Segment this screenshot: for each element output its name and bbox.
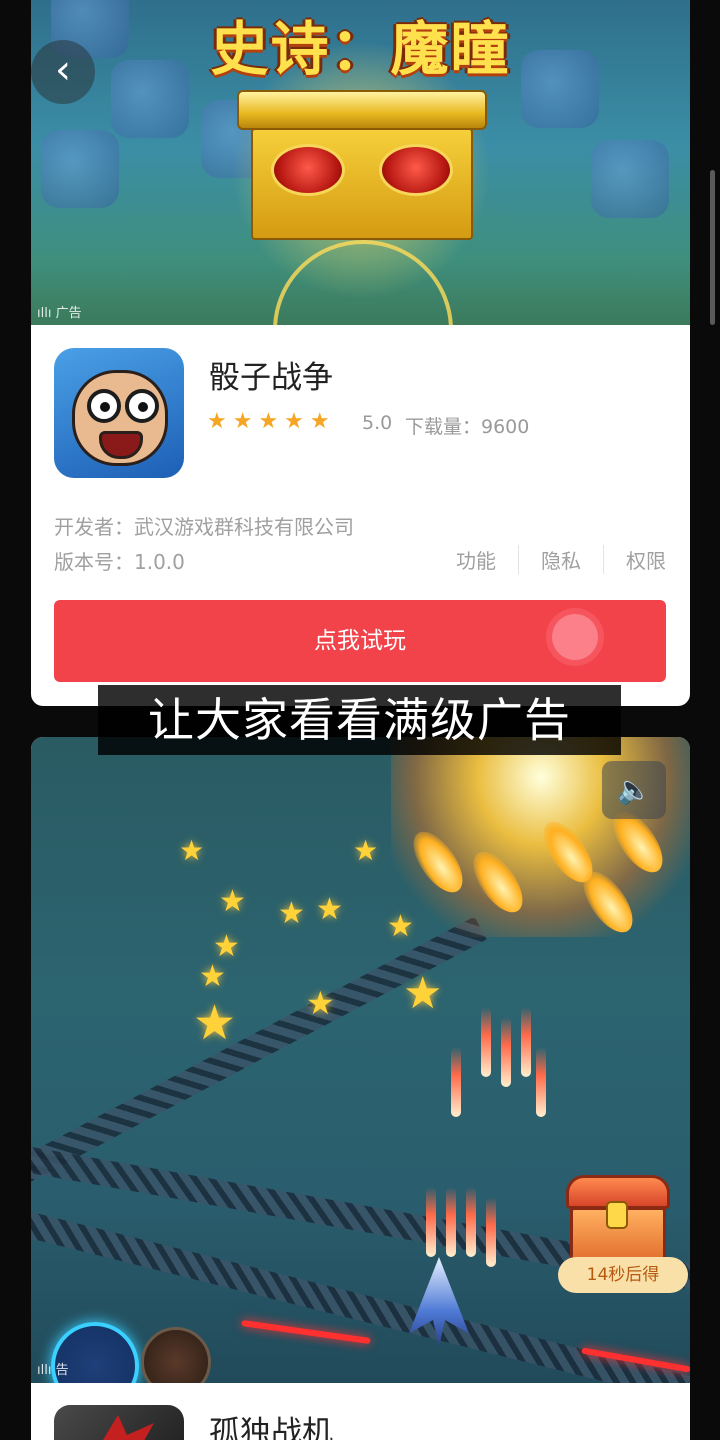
ad-banner-image[interactable]: 史诗：魔瞳 ıllı 广告 [31, 0, 690, 325]
app-icon[interactable] [54, 348, 184, 478]
star-pickup: ★ [353, 834, 379, 867]
laser-shot [501, 1017, 511, 1087]
laser-shot [426, 1187, 436, 1257]
reward-chest-icon[interactable] [566, 1175, 670, 1269]
star-pickup: ★ [278, 896, 305, 931]
reward-timer: 14秒后得 [558, 1257, 688, 1293]
scrollbar[interactable] [710, 170, 715, 325]
star-pickup: ★ [213, 929, 240, 964]
video-subtitle: 让大家看看满级广告 [98, 685, 621, 755]
laser-shot [481, 1007, 491, 1077]
star-rating-icons: ★★★★★ [207, 409, 336, 434]
laser-shot [486, 1197, 496, 1267]
developer-text: 开发者：武汉游戏群科技有限公司 [54, 515, 354, 539]
laser-shot [451, 1047, 461, 1117]
star-pickup: ★ [316, 892, 343, 927]
touch-indicator [552, 614, 598, 660]
star-pickup: ★ [193, 995, 237, 1051]
app-icon[interactable] [54, 1405, 184, 1440]
star-pickup: ★ [219, 884, 246, 919]
ad-card-1: 史诗：魔瞳 ıllı 广告 骰子战争 ★★★★★ 5.0 下载量：9600 开发… [31, 0, 690, 706]
bridge-girder [31, 916, 487, 1184]
ad-label: ıllı 告 [37, 1363, 69, 1378]
back-button[interactable]: ‹ [31, 40, 95, 104]
download-count: 下载量：9600 [405, 416, 530, 438]
treasure-chest-image [237, 90, 487, 240]
permissions-link[interactable]: 权限 [603, 545, 666, 574]
ad-card-2: ★ ★ ★ ★ ★ ★ ★ ★ ★ ★ ★ 🔈 14秒后得 ıllı 告 孤独战… [31, 737, 690, 1440]
banner-title: 史诗：魔瞳 [210, 15, 511, 83]
laser-shot [446, 1187, 456, 1257]
sound-toggle-button[interactable]: 🔈 [602, 761, 666, 819]
game-ad-video[interactable]: ★ ★ ★ ★ ★ ★ ★ ★ ★ ★ ★ 🔈 14秒后得 ıllı 告 [31, 737, 690, 1383]
star-pickup: ★ [179, 834, 205, 867]
privacy-link[interactable]: 隐私 [518, 545, 603, 574]
chevron-left-icon: ‹ [55, 47, 71, 93]
app-info-links: 功能 隐私 权限 [456, 545, 666, 574]
star-pickup: ★ [199, 959, 226, 994]
app-name: 骰子战争 [209, 360, 333, 396]
ad-label: ıllı 广告 [37, 306, 82, 321]
decor-tile [591, 140, 669, 218]
version-text: 版本号：1.0.0 [54, 550, 185, 574]
features-link[interactable]: 功能 [456, 545, 518, 574]
decor-tile [41, 130, 119, 208]
rating-value: 5.0 [362, 412, 393, 434]
laser-shot [521, 1007, 531, 1077]
red-light-bar [241, 1319, 371, 1345]
star-pickup: ★ [306, 984, 335, 1022]
app-name: 孤独战机 [209, 1415, 333, 1440]
laser-shot [536, 1047, 546, 1117]
speaker-icon: 🔈 [616, 773, 652, 806]
star-pickup: ★ [387, 909, 414, 944]
star-pickup: ★ [403, 968, 443, 1019]
secondary-skill-icon [141, 1327, 211, 1383]
laser-shot [466, 1187, 476, 1257]
